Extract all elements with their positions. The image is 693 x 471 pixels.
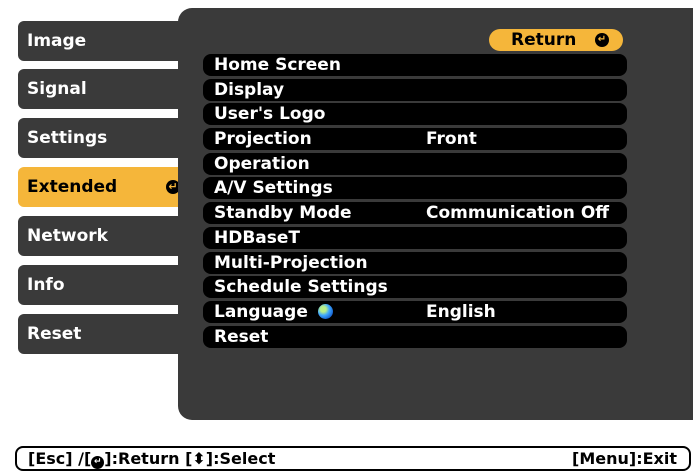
- tab-label: Extended: [27, 177, 118, 197]
- tab-label: Info: [27, 275, 65, 295]
- menu-item-label: Language: [214, 301, 333, 323]
- menu-item-av-settings[interactable]: A/V Settings: [203, 177, 627, 200]
- menu-item-label: A/V Settings: [214, 178, 333, 199]
- menu-item-label: Projection: [214, 129, 312, 150]
- return-button[interactable]: Return ↵: [489, 29, 623, 51]
- menu-item-label: Home Screen: [214, 55, 341, 75]
- globe-icon: [317, 303, 333, 319]
- menu-item-display[interactable]: Display: [203, 78, 627, 101]
- menu-item-label: Display: [214, 79, 285, 100]
- tab-signal[interactable]: Signal: [18, 69, 188, 109]
- tab-label: Settings: [27, 128, 108, 148]
- menu-item-language[interactable]: Language English: [203, 300, 627, 323]
- tab-image[interactable]: Image: [18, 21, 188, 61]
- help-esc-text: [Esc] /[: [28, 449, 92, 468]
- menu-item-schedule-settings[interactable]: Schedule Settings: [203, 276, 627, 299]
- menu-item-users-logo[interactable]: User's Logo: [203, 103, 627, 126]
- tab-label: Signal: [27, 79, 87, 99]
- tab-label: Reset: [27, 324, 82, 344]
- help-exit-text: [Menu]:Exit: [572, 449, 677, 468]
- enter-icon: ↵: [91, 456, 105, 469]
- menu-item-label: User's Logo: [214, 104, 326, 125]
- tab-info[interactable]: Info: [18, 265, 188, 305]
- menu-item-label: Multi-Projection: [214, 252, 368, 273]
- menu-item-multi-projection[interactable]: Multi-Projection: [203, 251, 627, 274]
- help-select-text: ]:Select: [205, 449, 276, 468]
- menu-item-reset[interactable]: Reset: [203, 325, 627, 348]
- tab-settings[interactable]: Settings: [18, 118, 188, 158]
- menu-item-value: Front: [426, 129, 477, 150]
- up-down-arrow-icon: ⬍: [192, 449, 206, 468]
- help-navigation-text: [Esc] /[↵]:Return [⬍]:Select: [28, 448, 275, 469]
- menu-list: Home Screen Display User's Logo Projecti…: [203, 54, 627, 350]
- menu-item-label: Operation: [214, 153, 310, 174]
- return-label: Return: [511, 30, 577, 50]
- menu-item-label: Schedule Settings: [214, 277, 388, 298]
- tab-extended[interactable]: Extended ↵: [18, 167, 188, 207]
- menu-item-label: Standby Mode: [214, 203, 352, 224]
- enter-icon: ↵: [595, 33, 609, 47]
- menu-item-label: HDBaseT: [214, 227, 301, 248]
- menu-item-operation[interactable]: Operation: [203, 152, 627, 175]
- menu-item-label: Reset: [214, 326, 269, 347]
- menu-item-hdbaset[interactable]: HDBaseT: [203, 226, 627, 249]
- menu-item-home-screen[interactable]: Home Screen: [203, 54, 627, 76]
- tab-reset[interactable]: Reset: [18, 314, 188, 354]
- tab-network[interactable]: Network: [18, 216, 188, 256]
- help-bar: [Esc] /[↵]:Return [⬍]:Select [Menu]:Exit: [15, 446, 691, 471]
- language-label-text: Language: [214, 301, 308, 322]
- tab-label: Network: [27, 226, 108, 246]
- help-return-text: ]:Return [: [104, 449, 193, 468]
- menu-item-value: English: [426, 301, 496, 322]
- menu-item-value: Communication Off: [426, 203, 610, 224]
- menu-item-standby-mode[interactable]: Standby Mode Communication Off: [203, 202, 627, 225]
- tab-label: Image: [27, 31, 87, 51]
- menu-item-projection[interactable]: Projection Front: [203, 128, 627, 151]
